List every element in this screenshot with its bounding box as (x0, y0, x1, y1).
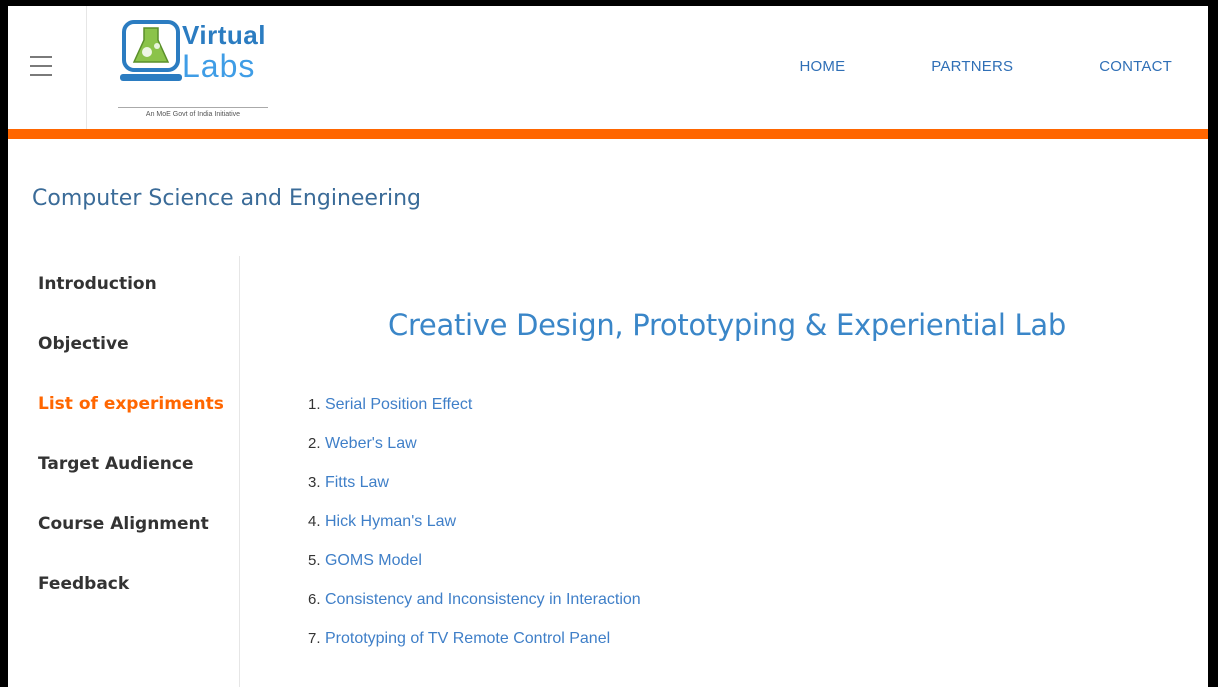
list-item: 5. GOMS Model (308, 549, 641, 588)
list-item: 3. Fitts Law (308, 471, 641, 510)
nav-contact[interactable]: CONTACT (1099, 58, 1172, 75)
experiment-number: 7. (308, 630, 321, 647)
experiment-link[interactable]: Serial Position Effect (325, 396, 472, 413)
experiment-number: 4. (308, 513, 321, 530)
experiment-link[interactable]: Consistency and Inconsistency in Interac… (325, 591, 641, 608)
hamburger-menu-icon[interactable] (30, 56, 52, 76)
list-item: 4. Hick Hyman's Law (308, 510, 641, 549)
experiment-link[interactable]: Hick Hyman's Law (325, 513, 456, 530)
header-divider (86, 6, 87, 129)
experiment-number: 5. (308, 552, 321, 569)
sidebar-item-target-audience[interactable]: Target Audience (38, 450, 234, 510)
sidebar-item-introduction[interactable]: Introduction (38, 270, 234, 330)
experiment-link[interactable]: GOMS Model (325, 552, 422, 569)
content-divider (239, 256, 240, 687)
logo-text-labs: Labs (182, 48, 256, 84)
logo-tagline: An MoE Govt of India Initiative (118, 107, 268, 118)
top-nav: HOME PARTNERS CONTACT (799, 58, 1172, 75)
lab-title: Creative Design, Prototyping & Experient… (388, 308, 1066, 342)
department-title: Computer Science and Engineering (32, 186, 422, 211)
sidebar-item-course-alignment[interactable]: Course Alignment (38, 510, 234, 570)
experiment-number: 3. (308, 474, 321, 491)
sidebar-item-objective[interactable]: Objective (38, 330, 234, 390)
sidebar-item-list-of-experiments[interactable]: List of experiments (38, 390, 234, 450)
experiment-link[interactable]: Fitts Law (325, 474, 389, 491)
list-item: 6. Consistency and Inconsistency in Inte… (308, 588, 641, 627)
sidebar-item-feedback[interactable]: Feedback (38, 570, 234, 630)
nav-home[interactable]: HOME (799, 58, 845, 75)
list-item: 2. Weber's Law (308, 432, 641, 471)
experiment-link[interactable]: Prototyping of TV Remote Control Panel (325, 630, 610, 647)
experiment-list: 1. Serial Position Effect 2. Weber's Law… (308, 393, 641, 666)
site-header: Virtual Labs An MoE Govt of India Initia… (8, 6, 1208, 129)
experiment-number: 1. (308, 396, 321, 413)
logo-text-virtual: Virtual (182, 20, 266, 50)
list-item: 1. Serial Position Effect (308, 393, 641, 432)
experiment-number: 2. (308, 435, 321, 452)
nav-partners[interactable]: PARTNERS (931, 58, 1013, 75)
page-frame: Virtual Labs An MoE Govt of India Initia… (8, 6, 1208, 687)
experiment-link[interactable]: Weber's Law (325, 435, 417, 452)
experiment-number: 6. (308, 591, 321, 608)
flask-laptop-icon (120, 20, 182, 81)
list-item: 7. Prototyping of TV Remote Control Pane… (308, 627, 641, 666)
sidebar-nav: Introduction Objective List of experimen… (38, 270, 234, 630)
header-accent-bar (8, 129, 1208, 139)
virtual-labs-logo[interactable]: Virtual Labs An MoE Govt of India Initia… (116, 12, 268, 122)
